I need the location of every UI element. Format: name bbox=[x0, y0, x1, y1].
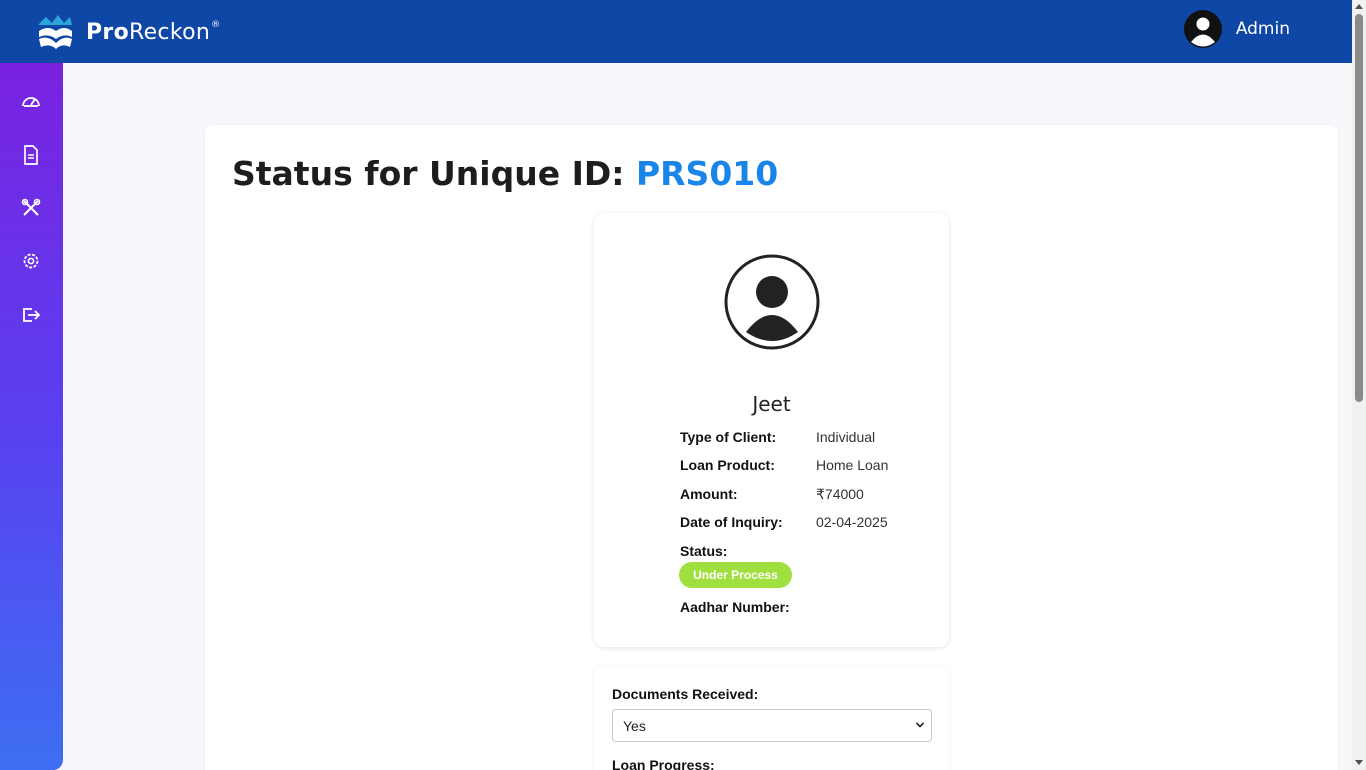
tools-icon bbox=[21, 198, 41, 216]
logout-icon bbox=[23, 308, 41, 322]
unique-id: PRS010 bbox=[635, 154, 779, 193]
document-icon bbox=[24, 145, 38, 165]
chevron-down-icon bbox=[915, 722, 925, 728]
page-title: Status for Unique ID: PRS010 bbox=[232, 154, 779, 193]
amount-value: ₹74000 bbox=[816, 486, 864, 502]
amount-label: Amount: bbox=[680, 486, 738, 502]
sidebar-item-dashboard[interactable] bbox=[20, 90, 42, 112]
loan-product-value: Home Loan bbox=[816, 457, 889, 473]
client-name: Jeet bbox=[752, 392, 791, 416]
client-avatar-icon bbox=[724, 254, 820, 350]
documents-received-value: Yes bbox=[623, 717, 646, 734]
status-label: Status: bbox=[680, 543, 728, 559]
sidebar-item-logout[interactable] bbox=[20, 304, 42, 326]
settings-icon bbox=[23, 253, 39, 269]
user-menu[interactable]: Admin bbox=[1183, 9, 1290, 49]
documents-received-label: Documents Received: bbox=[612, 686, 759, 702]
scroll-down-arrow-icon[interactable] bbox=[1355, 760, 1363, 765]
brand-name: ProReckon® bbox=[86, 19, 221, 45]
status-badge: Under Process bbox=[679, 562, 792, 588]
documents-received-select[interactable]: Yes bbox=[612, 709, 932, 742]
sidebar-item-settings[interactable] bbox=[20, 250, 42, 272]
sidebar bbox=[0, 63, 63, 770]
aadhar-number-label: Aadhar Number: bbox=[680, 599, 790, 615]
brand-logo-link[interactable]: ProReckon® bbox=[34, 11, 220, 53]
dashboard-icon bbox=[22, 97, 40, 107]
page-scrollbar[interactable] bbox=[1352, 0, 1366, 770]
sidebar-item-tools[interactable] bbox=[20, 197, 42, 219]
top-navbar: ProReckon® Admin bbox=[0, 0, 1352, 63]
scroll-thumb[interactable] bbox=[1355, 14, 1363, 402]
scroll-up-arrow-icon[interactable] bbox=[1355, 4, 1363, 9]
sidebar-item-documents[interactable] bbox=[20, 144, 42, 166]
loan-product-label: Loan Product: bbox=[680, 457, 775, 473]
type-of-client-label: Type of Client: bbox=[680, 429, 777, 445]
type-of-client-value: Individual bbox=[816, 429, 876, 445]
date-of-inquiry-label: Date of Inquiry: bbox=[680, 514, 783, 530]
handshake-logo-icon bbox=[38, 15, 72, 49]
user-name: Admin bbox=[1235, 19, 1290, 39]
date-of-inquiry-value: 02-04-2025 bbox=[816, 514, 888, 530]
user-avatar-icon bbox=[1183, 10, 1222, 48]
loan-progress-label: Loan Progress: bbox=[612, 757, 715, 770]
